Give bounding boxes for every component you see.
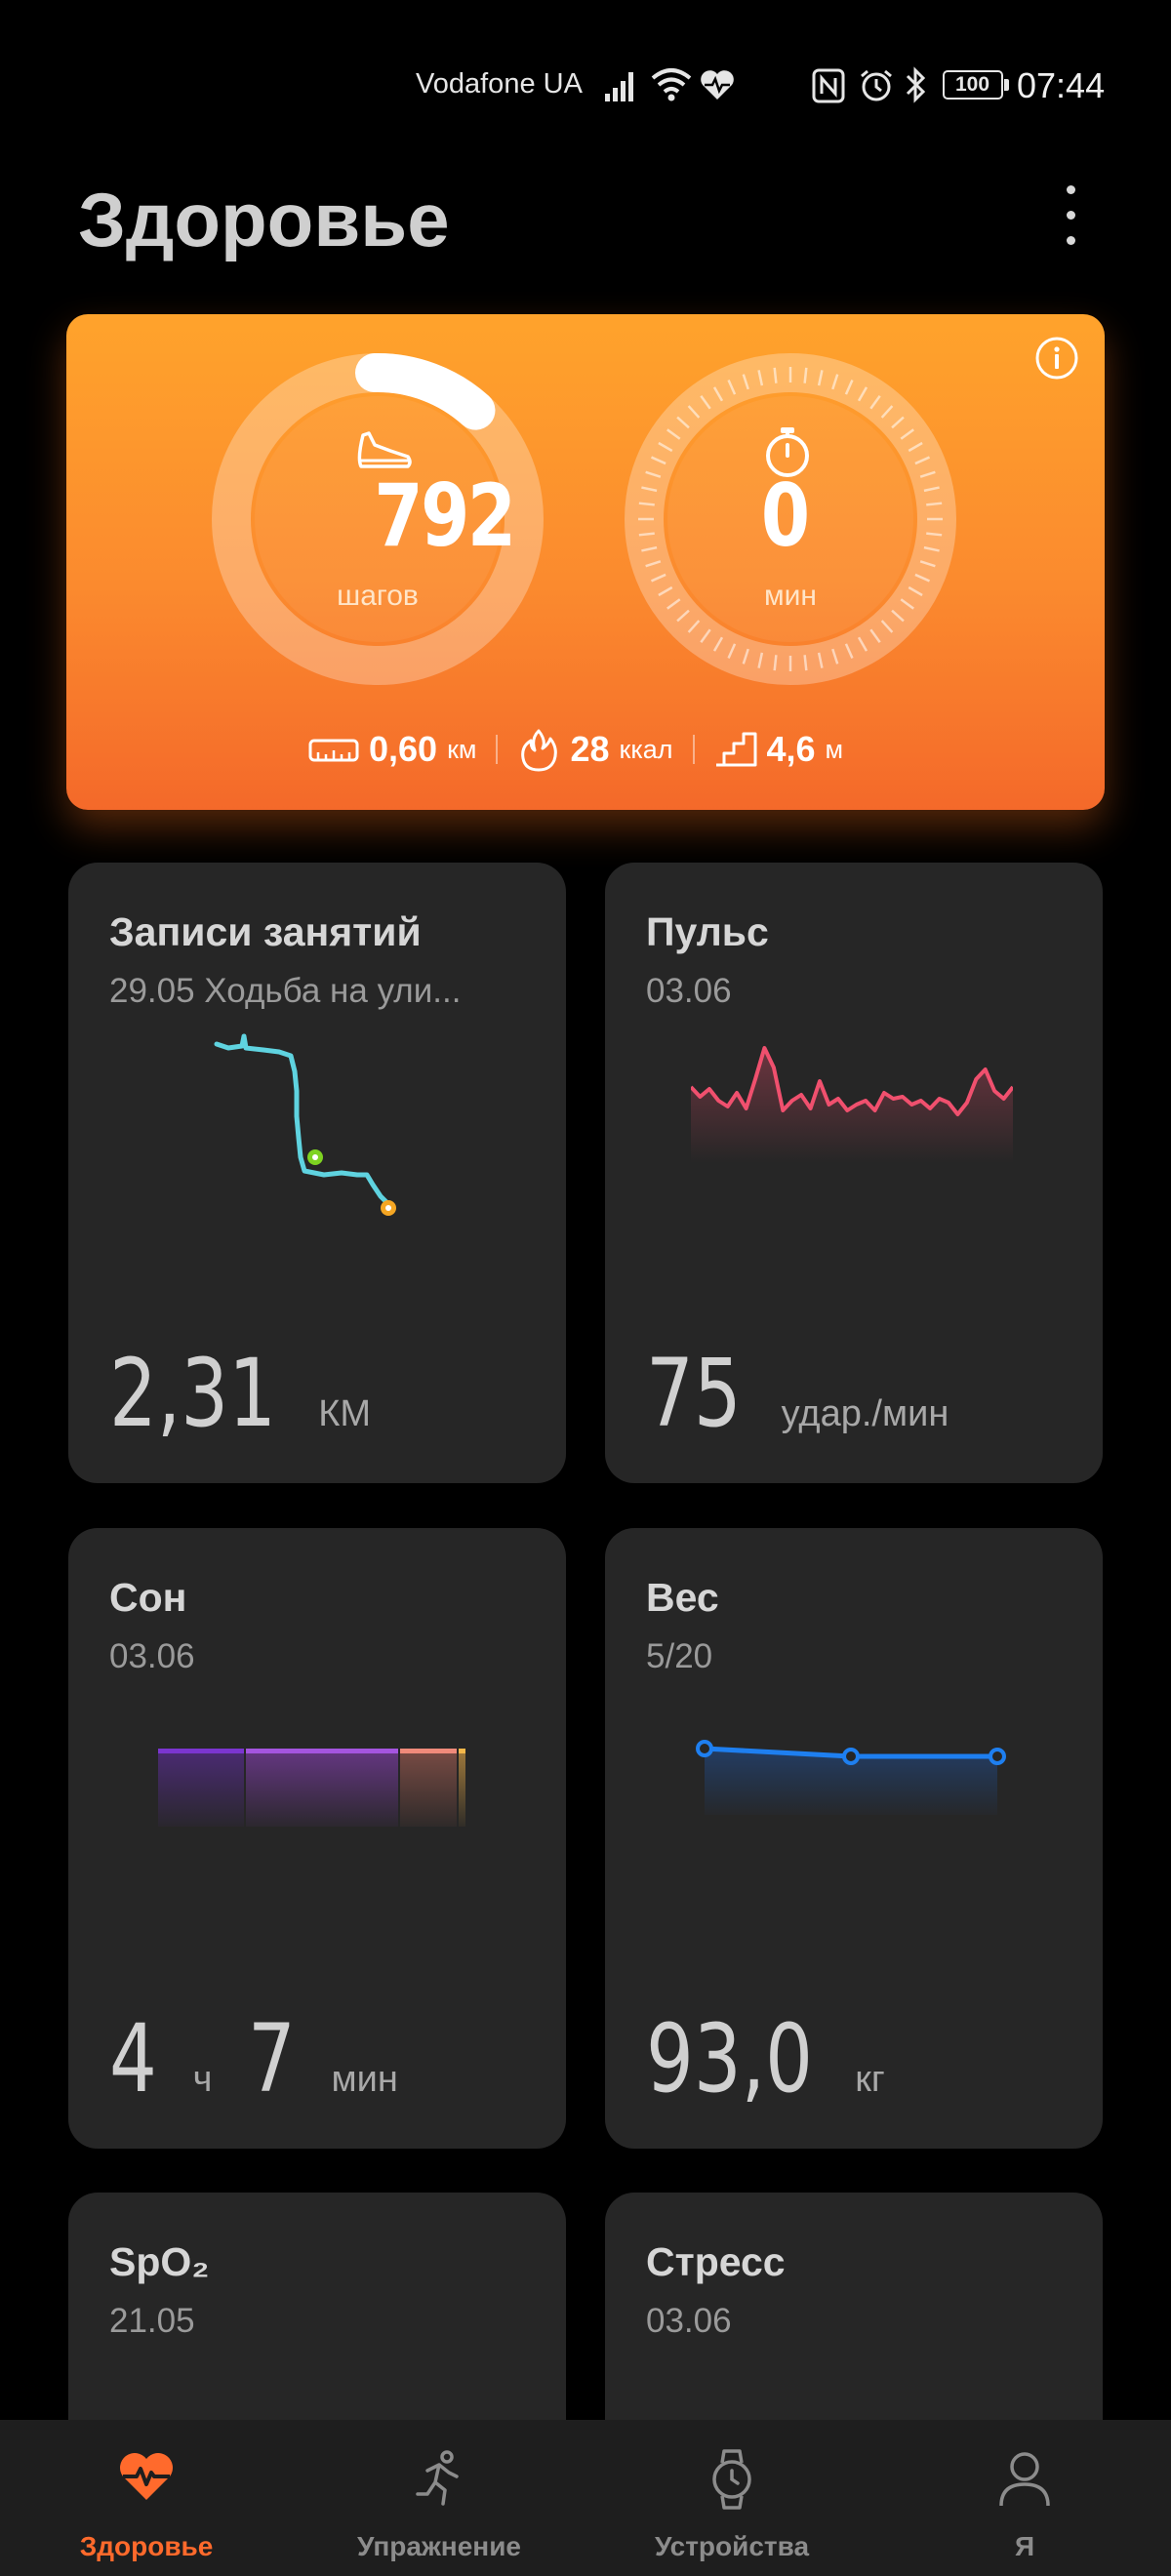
battery-icon: 100 bbox=[943, 70, 1009, 100]
bluetooth-icon bbox=[906, 66, 926, 103]
stairs-icon bbox=[715, 732, 756, 767]
person-icon bbox=[999, 2452, 1050, 2507]
card-title: SpO₂ bbox=[109, 2239, 210, 2284]
ruler-icon bbox=[308, 739, 359, 762]
runner-icon bbox=[416, 2450, 459, 2506]
heart-pulse-icon bbox=[120, 2453, 173, 2500]
heart-rate-unit: удар./мин bbox=[781, 1393, 949, 1434]
flame-icon bbox=[521, 729, 558, 772]
weight-point bbox=[989, 1748, 1006, 1765]
card-title: Вес bbox=[646, 1575, 719, 1620]
carrier-name: Vodafone UA bbox=[416, 68, 583, 100]
nav-label: Упражнение bbox=[357, 2531, 521, 2561]
more-options-icon[interactable] bbox=[1056, 183, 1085, 248]
nav-devices[interactable]: Устройства bbox=[586, 2420, 878, 2576]
activity-summary-card[interactable]: 792 шагов 0 мин 0,60 км 28 ккал 4,6 м bbox=[66, 314, 1105, 810]
sleep-hours: 4 bbox=[109, 2004, 157, 2113]
distance-value: 0,60 bbox=[369, 729, 438, 769]
card-title: Стресс bbox=[646, 2239, 786, 2284]
status-bar: Vodafone UA 100 07:44 bbox=[0, 0, 1171, 172]
watch-icon bbox=[712, 2449, 751, 2510]
calories-unit: ккал bbox=[619, 734, 673, 764]
sleep-minutes: 7 bbox=[247, 2004, 296, 2113]
health-heart-icon bbox=[701, 70, 734, 100]
nav-label: Здоровье bbox=[79, 2531, 214, 2561]
heart-rate-reading: 75 удар./мин bbox=[646, 1339, 949, 1448]
sleep-stage-deep bbox=[158, 1749, 244, 1827]
sleep-card[interactable]: Сон 03.06 4 ч 7 мин bbox=[68, 1528, 566, 2149]
distance-unit: км bbox=[447, 734, 477, 764]
card-title: Пульс bbox=[646, 909, 769, 954]
nav-me[interactable]: Я bbox=[878, 2420, 1171, 2576]
heart-rate-card[interactable]: Пульс 03.06 75 удар./мин bbox=[605, 863, 1103, 1483]
route-map bbox=[214, 1033, 396, 1216]
sleep-stages-chart bbox=[158, 1749, 465, 1827]
climb-stat: 4,6 м bbox=[695, 729, 864, 770]
bottom-navigation: Здоровье Упражнение Устройства Я bbox=[0, 2420, 1171, 2576]
nav-health[interactable]: Здоровье bbox=[0, 2420, 293, 2576]
weight-card[interactable]: Вес 5/20 93,0 кг bbox=[605, 1528, 1103, 2149]
sleep-stage-light bbox=[246, 1749, 398, 1827]
nfc-icon bbox=[812, 68, 845, 103]
calories-stat: 28 ккал bbox=[498, 727, 692, 772]
distance-stat: 0,60 км bbox=[289, 729, 496, 770]
alarm-icon bbox=[861, 69, 892, 101]
sleep-minutes-unit: мин bbox=[331, 2059, 398, 2100]
info-icon[interactable] bbox=[1034, 336, 1079, 381]
sleep-duration: 4 ч 7 мин bbox=[109, 2004, 398, 2113]
workout-distance: 2,31 КМ bbox=[109, 1339, 371, 1448]
signal-icon bbox=[605, 72, 633, 101]
steps-count: 792 bbox=[374, 465, 516, 566]
heart-rate-value: 75 bbox=[646, 1339, 742, 1448]
steps-unit: шагов bbox=[337, 580, 419, 612]
heart-rate-chart bbox=[691, 1046, 1013, 1163]
active-minutes-count: 0 bbox=[760, 465, 811, 566]
wifi-icon bbox=[651, 68, 692, 101]
workout-distance-value: 2,31 bbox=[109, 1339, 276, 1448]
weight-reading: 93,0 кг bbox=[646, 2004, 885, 2113]
weight-value: 93,0 bbox=[646, 2004, 813, 2113]
card-subtitle: 29.05 Ходьба на ули... bbox=[109, 972, 462, 1010]
clock: 07:44 bbox=[1017, 65, 1106, 105]
card-title: Записи занятий bbox=[109, 909, 422, 954]
nav-exercise[interactable]: Упражнение bbox=[293, 2420, 586, 2576]
card-subtitle: 03.06 bbox=[109, 1637, 195, 1675]
active-minutes-unit: мин bbox=[764, 580, 817, 612]
workout-records-card[interactable]: Записи занятий 29.05 Ходьба на ули... 2,… bbox=[68, 863, 566, 1483]
battery-level: 100 bbox=[954, 73, 990, 96]
card-subtitle: 5/20 bbox=[646, 1637, 713, 1675]
weight-point bbox=[696, 1740, 713, 1757]
sleep-hours-unit: ч bbox=[192, 2059, 213, 2100]
weight-point bbox=[842, 1748, 860, 1765]
card-subtitle: 03.06 bbox=[646, 972, 732, 1010]
sleep-stage-awake bbox=[459, 1749, 465, 1827]
page-title: Здоровье bbox=[78, 177, 450, 262]
workout-distance-unit: КМ bbox=[318, 1393, 372, 1434]
card-title: Сон bbox=[109, 1575, 187, 1620]
nav-label: Я bbox=[1014, 2531, 1035, 2561]
climb-unit: м bbox=[825, 734, 844, 764]
sleep-stage-rem bbox=[400, 1749, 457, 1827]
card-subtitle: 03.06 bbox=[646, 2302, 732, 2340]
card-subtitle: 21.05 bbox=[109, 2302, 195, 2340]
weight-trend-chart bbox=[696, 1740, 1006, 1815]
nav-label: Устройства bbox=[654, 2531, 810, 2561]
calories-value: 28 bbox=[570, 729, 610, 769]
weight-unit: кг bbox=[855, 2059, 885, 2100]
climb-value: 4,6 bbox=[766, 729, 816, 769]
activity-stats-row: 0,60 км 28 ккал 4,6 м bbox=[289, 722, 863, 777]
